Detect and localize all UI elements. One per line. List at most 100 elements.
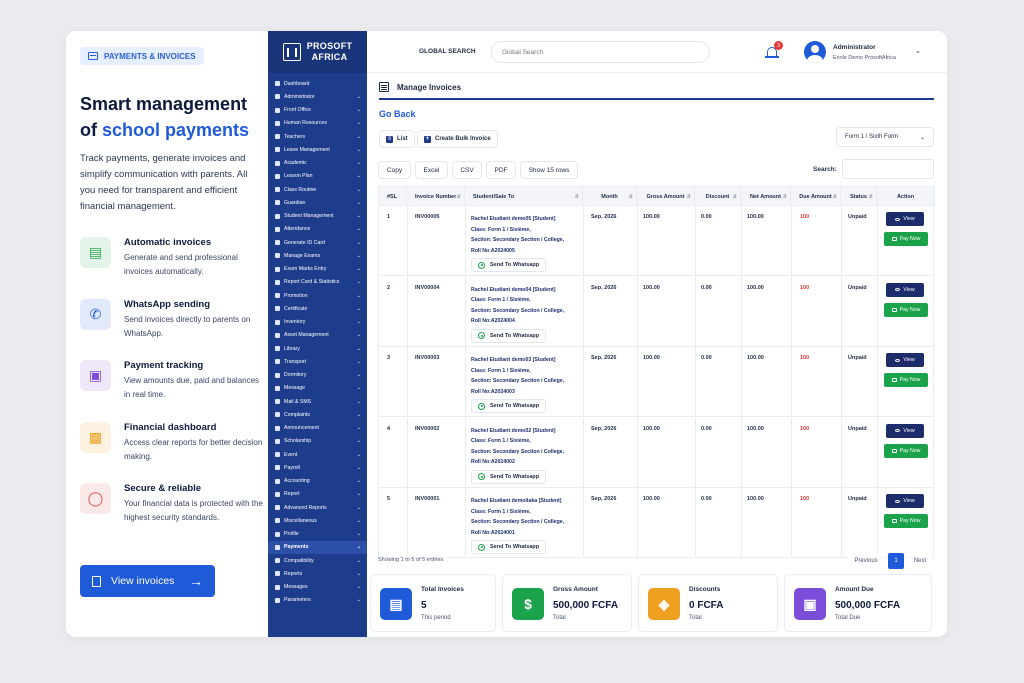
table-search-input[interactable] xyxy=(842,159,934,179)
sidebar-item-attendance[interactable]: Attendance ⌄ xyxy=(268,223,367,236)
card-icon xyxy=(88,52,98,60)
column-header[interactable]: Month ⇵ xyxy=(583,187,637,207)
sidebar-item-report-card-statistics[interactable]: Report Card & Statistics ⌄ xyxy=(268,276,367,289)
page-1-button[interactable]: 1 xyxy=(888,553,904,569)
class-select[interactable]: Form 1 / Sixth Form ⌄ xyxy=(836,127,934,147)
sidebar-item-message[interactable]: Message ⌄ xyxy=(268,382,367,395)
sidebar-item-dashboard[interactable]: Dashboard xyxy=(268,77,367,90)
csv-button[interactable]: CSV xyxy=(452,161,482,179)
table-row: 5 INV00001 Rachel Etudiant demoltaka [St… xyxy=(378,488,934,558)
sidebar-item-guardian[interactable]: Guardian ⌄ xyxy=(268,196,367,209)
sidebar-item-promotion[interactable]: Promotion ⌄ xyxy=(268,289,367,302)
pay-now-button[interactable]: Pay Now xyxy=(884,443,928,458)
eye-icon xyxy=(895,358,901,362)
sidebar-item-scholarship[interactable]: Scholarship ⌄ xyxy=(268,435,367,448)
column-header[interactable]: Net Amount ⇵ xyxy=(741,187,791,207)
column-header[interactable]: Action xyxy=(877,187,935,207)
month: Sep, 2026 xyxy=(591,355,617,361)
copy-button[interactable]: Copy xyxy=(378,161,411,179)
column-header[interactable]: Gross Amount ⇵ xyxy=(637,187,695,207)
sidebar-item-class-routine[interactable]: Class Routine ⌄ xyxy=(268,183,367,196)
sidebar-item-complaints[interactable]: Complaints ⌄ xyxy=(268,408,367,421)
chevron-down-icon: ⌄ xyxy=(356,398,361,405)
sidebar-item-dormitory[interactable]: Dormitory ⌄ xyxy=(268,369,367,382)
send-whatsapp-button[interactable]: Send To Whatsapp xyxy=(471,540,547,554)
sidebar-item-mail-sms[interactable]: Mail & SMS ⌄ xyxy=(268,395,367,408)
column-header[interactable]: Status ⇵ xyxy=(841,187,877,207)
sidebar: PROSOFT AFRICA Dashboard Administrator ⌄ Fr… xyxy=(268,31,367,637)
view-button[interactable]: View xyxy=(886,353,924,367)
global-search-input[interactable] xyxy=(491,41,710,63)
column-header[interactable]: Student/Sale To ⇵ xyxy=(465,187,583,207)
sidebar-item-human-resources[interactable]: Human Resources ⌄ xyxy=(268,117,367,130)
go-back-link[interactable]: Go Back xyxy=(379,109,416,119)
sidebar-item-inventory[interactable]: Inventory ⌄ xyxy=(268,316,367,329)
sidebar-item-generate-id-card[interactable]: Generate ID Card ⌄ xyxy=(268,236,367,249)
list-button[interactable]: ≡ List xyxy=(379,130,415,148)
sidebar-item-compatibility[interactable]: Compatibility ⌄ xyxy=(268,554,367,567)
column-header[interactable]: Invoice Number ⇵ xyxy=(407,187,465,207)
sidebar-item-student-management[interactable]: Student Management ⌄ xyxy=(268,210,367,223)
pay-now-button[interactable]: Pay Now xyxy=(884,373,928,387)
send-whatsapp-button[interactable]: Send To Whatsapp xyxy=(471,258,547,272)
sidebar-item-teachers[interactable]: Teachers ⌄ xyxy=(268,130,367,143)
menu-icon xyxy=(275,134,280,140)
sidebar-item-transport[interactable]: Transport ⌄ xyxy=(268,355,367,368)
chevron-down-icon[interactable]: ⌄ xyxy=(915,47,921,55)
excel-button[interactable]: Excel xyxy=(415,161,448,179)
pay-now-button[interactable]: Pay Now xyxy=(884,232,928,246)
menu-icon xyxy=(275,173,280,179)
pay-now-button[interactable]: Pay Now xyxy=(884,302,928,317)
send-whatsapp-button[interactable]: Send To Whatsapp xyxy=(471,399,547,413)
student-section: Section: Secondary Section / College, xyxy=(471,237,565,243)
student-roll: Roll No:A2024004 xyxy=(471,318,515,324)
sidebar-item-report[interactable]: Report ⌄ xyxy=(268,488,367,501)
sidebar-item-library[interactable]: Library ⌄ xyxy=(268,342,367,355)
send-whatsapp-button[interactable]: Send To Whatsapp xyxy=(471,469,547,484)
column-header[interactable]: Due Amount ⇵ xyxy=(791,187,841,207)
sidebar-item-payroll[interactable]: Payroll ⌄ xyxy=(268,461,367,474)
sidebar-item-reports[interactable]: Reports ⌄ xyxy=(268,567,367,580)
view-button[interactable]: View xyxy=(886,282,924,297)
sidebar-item-exam-marks-entry[interactable]: Exam Marks Entry ⌄ xyxy=(268,263,367,276)
sidebar-item-front-office[interactable]: Front Office ⌄ xyxy=(268,104,367,117)
sidebar-item-leave-management[interactable]: Leave Management ⌄ xyxy=(268,143,367,156)
sidebar-item-advanced-reports[interactable]: Advanced Reports ⌄ xyxy=(268,501,367,514)
sidebar-item-academic[interactable]: Academic ⌄ xyxy=(268,157,367,170)
pdf-button[interactable]: PDF xyxy=(486,161,516,179)
column-header[interactable]: Discount ⇵ xyxy=(695,187,741,207)
column-header[interactable]: #SL xyxy=(379,187,407,207)
brand-line-1: PROSOFT xyxy=(306,41,353,51)
sidebar-item-event[interactable]: Event ⌄ xyxy=(268,448,367,461)
view-button[interactable]: View xyxy=(886,423,924,438)
sidebar-item-certificate[interactable]: Certificate ⌄ xyxy=(268,302,367,315)
view-button[interactable]: View xyxy=(886,212,924,226)
notification-bell-icon[interactable]: 3 xyxy=(765,41,783,59)
show-rows-button[interactable]: Show 15 rows xyxy=(520,161,578,179)
sidebar-item-profile[interactable]: Profile ⌄ xyxy=(268,528,367,541)
sidebar-item-accounting[interactable]: Accounting ⌄ xyxy=(268,475,367,488)
sidebar-item-payments[interactable]: Payments ⌄ xyxy=(268,540,367,554)
avatar[interactable] xyxy=(804,41,826,63)
previous-button[interactable]: Previous xyxy=(848,553,884,569)
view-button[interactable]: View xyxy=(886,494,924,508)
sidebar-item-manage-exams[interactable]: Manage Exams ⌄ xyxy=(268,249,367,262)
sidebar-item-asset-management[interactable]: Asset Management ⌄ xyxy=(268,329,367,342)
sidebar-item-messages[interactable]: Messages ⌄ xyxy=(268,581,367,594)
next-button[interactable]: Next xyxy=(908,553,932,569)
pay-now-button[interactable]: Pay Now xyxy=(884,514,928,528)
lead-text: Track payments, generate invoices and si… xyxy=(80,153,248,212)
sidebar-menu: Dashboard Administrator ⌄ Front Office ⌄ Huma… xyxy=(268,73,367,607)
status-badge: Unpaid xyxy=(848,284,867,291)
sidebar-item-lesson-plan[interactable]: Lesson Plan ⌄ xyxy=(268,170,367,183)
view-invoices-button[interactable]: View invoices → xyxy=(80,565,215,597)
create-bulk-invoice-button[interactable]: + Create Bulk Invoice xyxy=(417,130,498,148)
sidebar-item-parameters[interactable]: Parameters ⌄ xyxy=(268,594,367,607)
sidebar-item-administrator[interactable]: Administrator ⌄ xyxy=(268,90,367,103)
stat-label: Gross Amount xyxy=(553,586,598,593)
sidebar-item-announcement[interactable]: Announcement ⌄ xyxy=(268,422,367,435)
menu-icon xyxy=(275,200,280,206)
send-whatsapp-button[interactable]: Send To Whatsapp xyxy=(471,328,547,343)
sidebar-item-miscellaneous[interactable]: Miscellaneous ⌄ xyxy=(268,514,367,527)
search-label: Search: xyxy=(813,166,837,173)
